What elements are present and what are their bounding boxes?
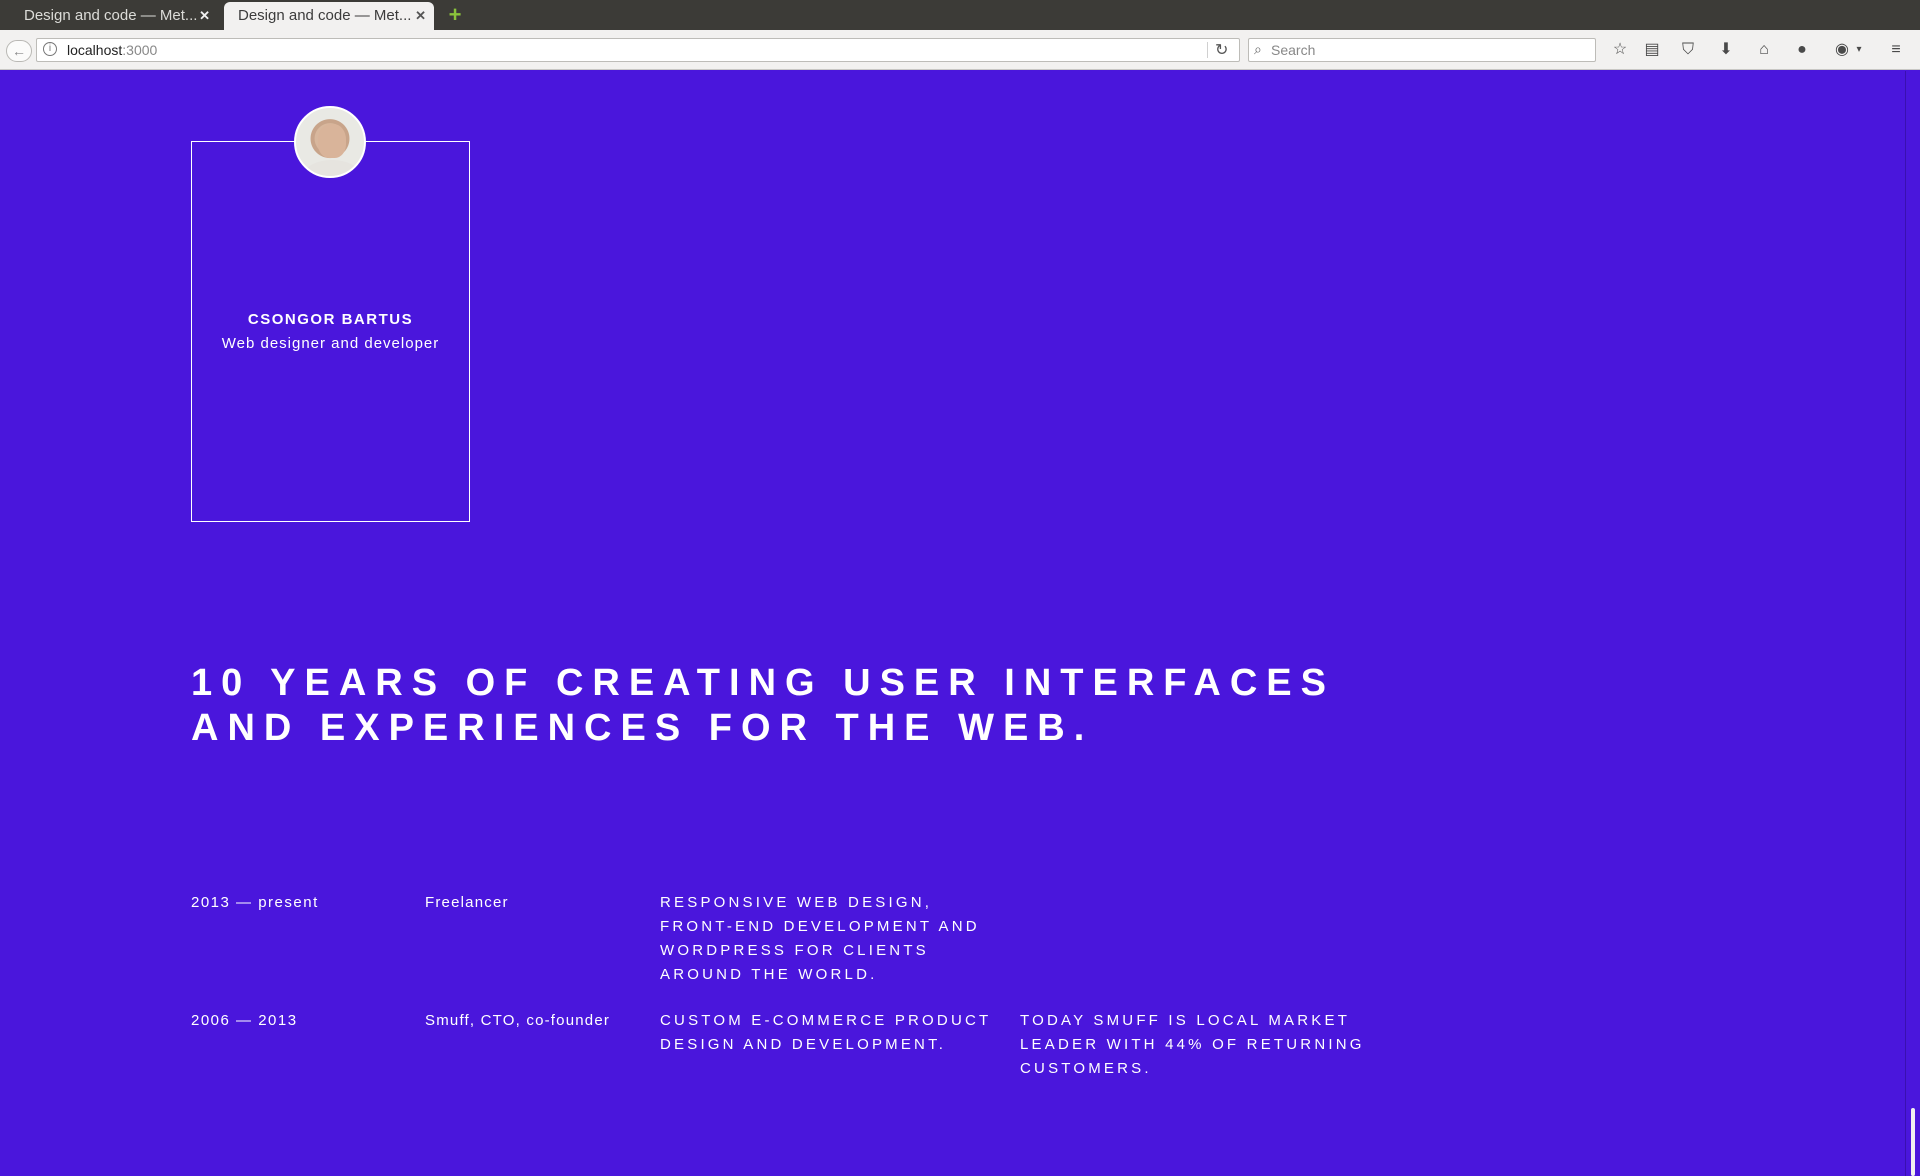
browser-tab-1[interactable]: Design and code — Met... ✕	[10, 2, 218, 30]
search-icon: ⌕	[1254, 41, 1262, 57]
url-port: :3000	[122, 42, 158, 58]
search-input[interactable]	[1271, 41, 1591, 59]
star-icon[interactable]: ☆	[1608, 38, 1632, 62]
headline: 10 YEARS OF CREATING USER INTERFACES AND…	[191, 662, 1335, 749]
url-text[interactable]: localhost:3000	[67, 42, 157, 58]
experience-description: RESPONSIVE WEB DESIGN, FRONT-END DEVELOP…	[660, 894, 980, 983]
url-host: localhost	[67, 42, 123, 58]
hamburger-menu-icon[interactable]: ≡	[1884, 38, 1908, 62]
download-arrow-icon[interactable]: ⬇	[1714, 38, 1738, 62]
avatar-shirt	[304, 160, 360, 176]
chat-bubble-icon[interactable]: ●	[1790, 38, 1814, 62]
avatar	[294, 106, 366, 178]
chevron-down-icon[interactable]: ▾	[1852, 38, 1866, 62]
navigation-toolbar: ← i localhost:3000 ↻ ⌕ ☆ ▤ ⛉ ⬇ ⌂ ● ◉ ▾ ≡	[0, 30, 1920, 70]
browser-tab-title: Design and code — Met...	[238, 7, 412, 24]
experience-note: TODAY SMUFF IS LOCAL MARKET LEADER WITH …	[1020, 1012, 1365, 1077]
pocket-icon[interactable]: ⛉	[1676, 38, 1700, 62]
browser-tab-title: Design and code — Met...	[24, 7, 198, 24]
experience-role: Smuff, CTO, co-founder	[425, 1012, 611, 1029]
close-icon[interactable]: ✕	[199, 2, 210, 30]
experience-period: 2006 — 2013	[191, 1012, 298, 1029]
new-tab-button[interactable]: +	[444, 3, 466, 27]
home-icon[interactable]: ⌂	[1752, 38, 1776, 62]
experience-description: CUSTOM E-COMMERCE PRODUCT DESIGN AND DEV…	[660, 1012, 992, 1053]
experience-role: Freelancer	[425, 894, 509, 911]
profile-role: Web designer and developer	[221, 335, 440, 352]
profile-name: CSONGOR BARTUS	[247, 311, 414, 328]
profile-card	[191, 141, 470, 522]
avatar-face	[318, 124, 346, 158]
url-bar-divider	[1207, 42, 1208, 58]
back-arrow-icon[interactable]: ←	[6, 40, 32, 62]
clipboard-icon[interactable]: ▤	[1640, 38, 1664, 62]
browser-tab-2[interactable]: Design and code — Met... ✕	[224, 2, 434, 30]
adblock-icon[interactable]: ◉	[1830, 38, 1854, 62]
page-content: CSONGOR BARTUS Web designer and develope…	[0, 71, 1905, 1176]
search-bar[interactable]: ⌕	[1248, 38, 1596, 62]
scrollbar-track[interactable]	[1905, 71, 1920, 1176]
tab-strip: Design and code — Met... ✕ Design and co…	[0, 0, 1920, 30]
close-icon[interactable]: ✕	[415, 2, 426, 30]
scrollbar-thumb[interactable]	[1911, 1108, 1915, 1176]
url-bar[interactable]: i localhost:3000 ↻	[36, 38, 1240, 62]
info-icon[interactable]: i	[43, 42, 57, 56]
experience-period: 2013 — present	[191, 894, 319, 911]
reload-icon[interactable]: ↻	[1215, 40, 1228, 60]
